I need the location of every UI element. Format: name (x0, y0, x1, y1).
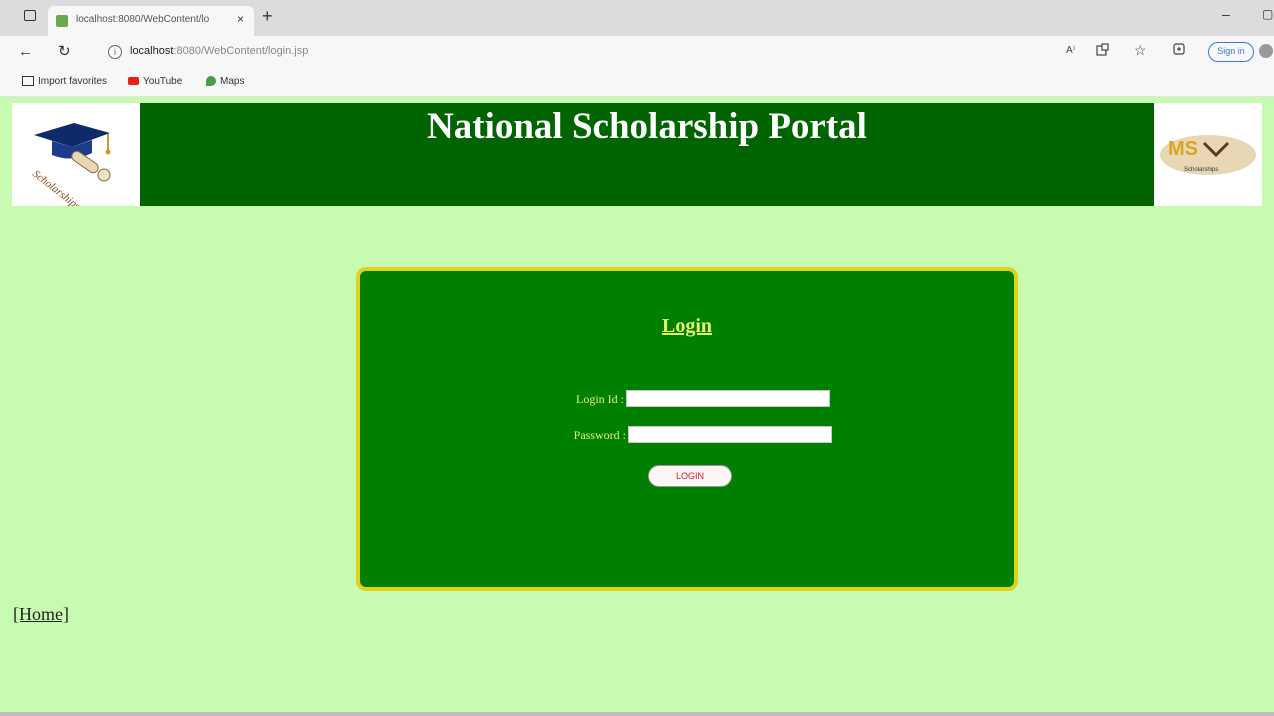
minimize-icon[interactable]: – (1222, 6, 1230, 22)
right-logo-text: Scholarships (1184, 167, 1218, 173)
window-bottom-edge (0, 712, 1274, 716)
home-link[interactable]: [Home] (13, 604, 69, 625)
login-panel: Login Login Id : Password : LOGIN (356, 267, 1018, 591)
refresh-icon[interactable]: ↻ (58, 42, 71, 60)
right-logo-mark: MS (1168, 138, 1198, 160)
youtube-icon (128, 77, 139, 86)
bookmark-youtube[interactable]: YouTube (128, 76, 182, 87)
right-logo: MS Scholarships (1154, 103, 1262, 206)
sign-in-button[interactable]: Sign in (1208, 42, 1254, 62)
login-heading: Login (661, 315, 713, 337)
tab-favicon-icon (56, 15, 68, 27)
left-logo: Scholarships (12, 103, 140, 212)
bookmark-label: Import favorites (38, 76, 107, 87)
login-id-field[interactable] (626, 390, 830, 407)
tab-close-icon[interactable]: × (237, 12, 244, 26)
profile-avatar-icon[interactable] (1259, 44, 1273, 58)
extensions-icon[interactable] (1096, 43, 1110, 60)
maximize-icon[interactable]: ▢ (1262, 7, 1273, 21)
read-aloud-icon[interactable]: A⁾ (1066, 45, 1075, 56)
left-logo-text: Scholarships (30, 168, 82, 206)
maps-icon (206, 76, 216, 87)
new-tab-icon[interactable]: + (262, 6, 273, 27)
password-label: Password : (573, 428, 626, 442)
bookmark-label: YouTube (143, 76, 183, 87)
url-host: localhost (130, 45, 174, 57)
bookmark-maps[interactable]: Maps (206, 76, 244, 87)
favorite-star-icon[interactable]: ☆ (1134, 42, 1147, 59)
browser-tab-strip: localhost:8080/WebContent/lo × + – ▢ (0, 0, 1274, 36)
login-id-label: Login Id : (576, 392, 624, 406)
import-icon (22, 76, 34, 87)
address-bar-row: ← ↻ i localhost:8080/WebContent/login.js… (0, 36, 1274, 70)
back-icon[interactable]: ← (18, 43, 33, 60)
tab-actions-icon[interactable] (24, 10, 36, 21)
url-path: :8080/WebContent/login.jsp (173, 45, 309, 57)
address-bar[interactable]: localhost:8080/WebContent/login.jsp (130, 45, 308, 57)
collections-icon[interactable] (1172, 42, 1186, 59)
tab-title: localhost:8080/WebContent/lo (76, 14, 210, 25)
browser-tab[interactable]: localhost:8080/WebContent/lo × (48, 6, 254, 36)
login-button[interactable]: LOGIN (648, 465, 732, 487)
bookmarks-bar: Import favorites YouTube Maps (0, 70, 1274, 97)
bookmark-label: Maps (220, 76, 245, 87)
password-field[interactable] (628, 426, 832, 443)
bookmark-import-favorites[interactable]: Import favorites (22, 76, 107, 87)
page-title: National Scholarship Portal (427, 106, 867, 147)
site-info-icon[interactable]: i (108, 45, 122, 59)
